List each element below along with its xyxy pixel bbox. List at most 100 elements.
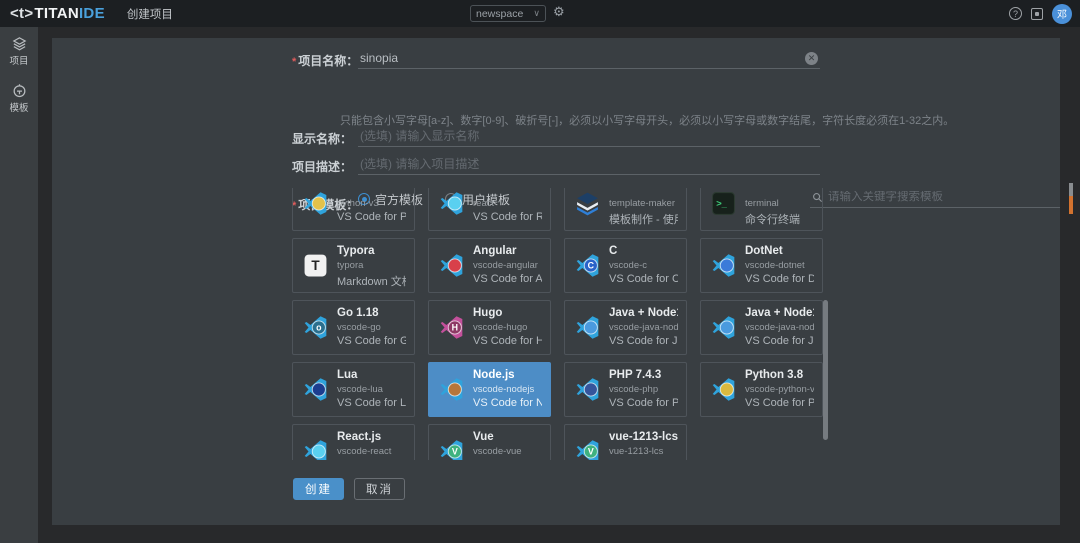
template-card-subtitle: vscode-angular: [473, 260, 542, 272]
template-card[interactable]: V vue-1213-lcs vue-1213-lcs: [564, 424, 687, 460]
create-button[interactable]: 创建: [293, 478, 344, 500]
vscode-logo-icon: V: [439, 439, 464, 460]
svg-text:o: o: [316, 323, 322, 333]
svg-text:V: V: [588, 447, 594, 457]
template-card-subtitle: vscode-dotnet: [745, 260, 814, 272]
typora-icon: T: [303, 253, 328, 278]
template-card-subtitle: vscode-c: [609, 260, 678, 272]
template-card-subtitle: vscode-hugo: [473, 322, 542, 334]
template-card-desc: VS Code for Angular: [473, 273, 542, 287]
template-card[interactable]: >_ terminal 命令行终端: [700, 188, 823, 231]
sidebar-item-templates[interactable]: 模板: [0, 74, 38, 121]
template-card[interactable]: react VS Code for React.js: [428, 188, 551, 231]
template-card[interactable]: python-v3 VS Code for Python: [292, 188, 415, 231]
project-name-input[interactable]: [360, 51, 805, 65]
template-card-subtitle: vscode-vue: [473, 446, 542, 458]
template-card[interactable]: T Typora typora Markdown 文档编写...: [292, 238, 415, 293]
template-card-title: Go 1.18: [337, 307, 406, 322]
template-card-subtitle: template-maker: [609, 198, 678, 210]
display-name-label: 显示名称：: [292, 130, 350, 147]
template-card-desc: VS Code for Lua: [337, 397, 406, 411]
template-circle-icon: [12, 83, 27, 98]
template-card[interactable]: Java + Node16 vscode-java-node16 VS Code…: [700, 300, 823, 355]
logo-bracket: <t>: [10, 5, 33, 22]
svg-text:V: V: [452, 447, 458, 457]
template-card-title: React.js: [337, 431, 406, 446]
sidebar-item-projects[interactable]: 项目: [0, 27, 38, 74]
svg-text:>_: >_: [716, 199, 727, 209]
vscode-logo-icon: [303, 377, 328, 402]
help-icon[interactable]: ?: [1009, 7, 1022, 20]
template-card-subtitle: vscode-go: [337, 322, 406, 334]
svg-text:C: C: [588, 261, 595, 271]
app-logo[interactable]: <t>TITANIDE: [10, 5, 105, 22]
projects-layers-icon: [12, 36, 27, 51]
template-card-title: PHP 7.4.3: [609, 369, 678, 384]
vscode-logo-icon: [711, 315, 736, 340]
form-actions: 创建 取消: [293, 478, 405, 500]
template-card-desc: VS Code for Java + ...: [609, 335, 678, 349]
description-row: 项目描述：: [292, 157, 820, 175]
template-card-title: Angular: [473, 245, 542, 260]
template-card-title: Java + Node16: [745, 307, 814, 322]
template-card[interactable]: Angular vscode-angular VS Code for Angul…: [428, 238, 551, 293]
display-name-input[interactable]: [360, 129, 818, 143]
template-card[interactable]: Java + Node10 vscode-java-node10 VS Code…: [564, 300, 687, 355]
template-card-title: Python 3.8: [745, 369, 814, 384]
console-icon[interactable]: [1031, 8, 1043, 20]
template-card-subtitle: react: [473, 198, 542, 210]
template-grid-scrollbar[interactable]: [823, 300, 828, 440]
template-card-desc: VS Code for Go 1.18: [337, 335, 406, 349]
template-card-desc: [473, 459, 542, 461]
workspace-select[interactable]: newspace ∨: [470, 5, 546, 22]
template-card[interactable]: template-maker 模板制作 - 使用 Tem...: [564, 188, 687, 231]
template-card-subtitle: vscode-java-node10: [609, 322, 678, 334]
template-card[interactable]: H Hugo vscode-hugo VS Code for Hugo: [428, 300, 551, 355]
template-card-desc: VS Code for Hugo: [473, 335, 542, 349]
page-title: 创建项目: [127, 6, 173, 22]
display-name-row: 显示名称：: [292, 129, 820, 147]
clear-circle-icon[interactable]: ✕: [805, 52, 818, 65]
template-search-input[interactable]: [828, 191, 1058, 203]
template-card-title: [473, 188, 542, 198]
svg-text:H: H: [452, 323, 458, 333]
template-card-title: Node.js: [473, 369, 542, 384]
template-card[interactable]: DotNet vscode-dotnet VS Code for DotNet: [700, 238, 823, 293]
template-card-subtitle: vscode-lua: [337, 384, 406, 396]
template-card[interactable]: React.js vscode-react: [292, 424, 415, 460]
template-grid-cards: python-v3 VS Code for Python react VS Co…: [292, 188, 819, 460]
template-card-desc: 模板制作 - 使用 Tem...: [609, 211, 678, 225]
page-scrollbar-thumb[interactable]: [1069, 183, 1073, 196]
chevron-down-icon: ∨: [533, 8, 540, 19]
page-scrollbar-highlight[interactable]: [1069, 196, 1073, 214]
project-name-label: *项目名称：: [292, 52, 350, 69]
template-card[interactable]: Python 3.8 vscode-python-v3 VS Code for …: [700, 362, 823, 417]
template-card-desc: VS Code for Node.js: [473, 397, 542, 411]
template-card-desc: VS Code for React.js: [473, 211, 542, 225]
template-card-title: Vue: [473, 431, 542, 446]
template-card-title: Lua: [337, 369, 406, 384]
template-card[interactable]: C C vscode-c VS Code for C: [564, 238, 687, 293]
template-card[interactable]: V Vue vscode-vue: [428, 424, 551, 460]
template-search: [810, 191, 1060, 208]
vscode-logo-icon: [575, 377, 600, 402]
template-card[interactable]: Lua vscode-lua VS Code for Lua: [292, 362, 415, 417]
template-card-title: Typora: [337, 245, 406, 260]
template-card-title: [609, 188, 678, 198]
template-card-desc: [609, 459, 678, 461]
template-card[interactable]: PHP 7.4.3 vscode-php VS Code for PHP: [564, 362, 687, 417]
topbar: <t>TITANIDE 创建项目 newspace ∨ ⚙ ? 邓: [0, 0, 1080, 27]
template-card[interactable]: Node.js vscode-nodejs VS Code for Node.j…: [428, 362, 551, 417]
gear-icon[interactable]: ⚙: [553, 4, 565, 20]
description-input[interactable]: [360, 157, 818, 171]
vscode-logo-icon: [439, 253, 464, 278]
template-card-desc: [337, 459, 406, 461]
vscode-logo-icon: H: [439, 315, 464, 340]
template-card[interactable]: o Go 1.18 vscode-go VS Code for Go 1.18: [292, 300, 415, 355]
avatar[interactable]: 邓: [1052, 4, 1072, 24]
sidebar: 项目 模板: [0, 27, 38, 543]
svg-text:T: T: [311, 258, 320, 273]
template-card-title: C: [609, 245, 678, 260]
template-card-desc: VS Code for Python: [337, 211, 406, 225]
cancel-button[interactable]: 取消: [354, 478, 405, 500]
